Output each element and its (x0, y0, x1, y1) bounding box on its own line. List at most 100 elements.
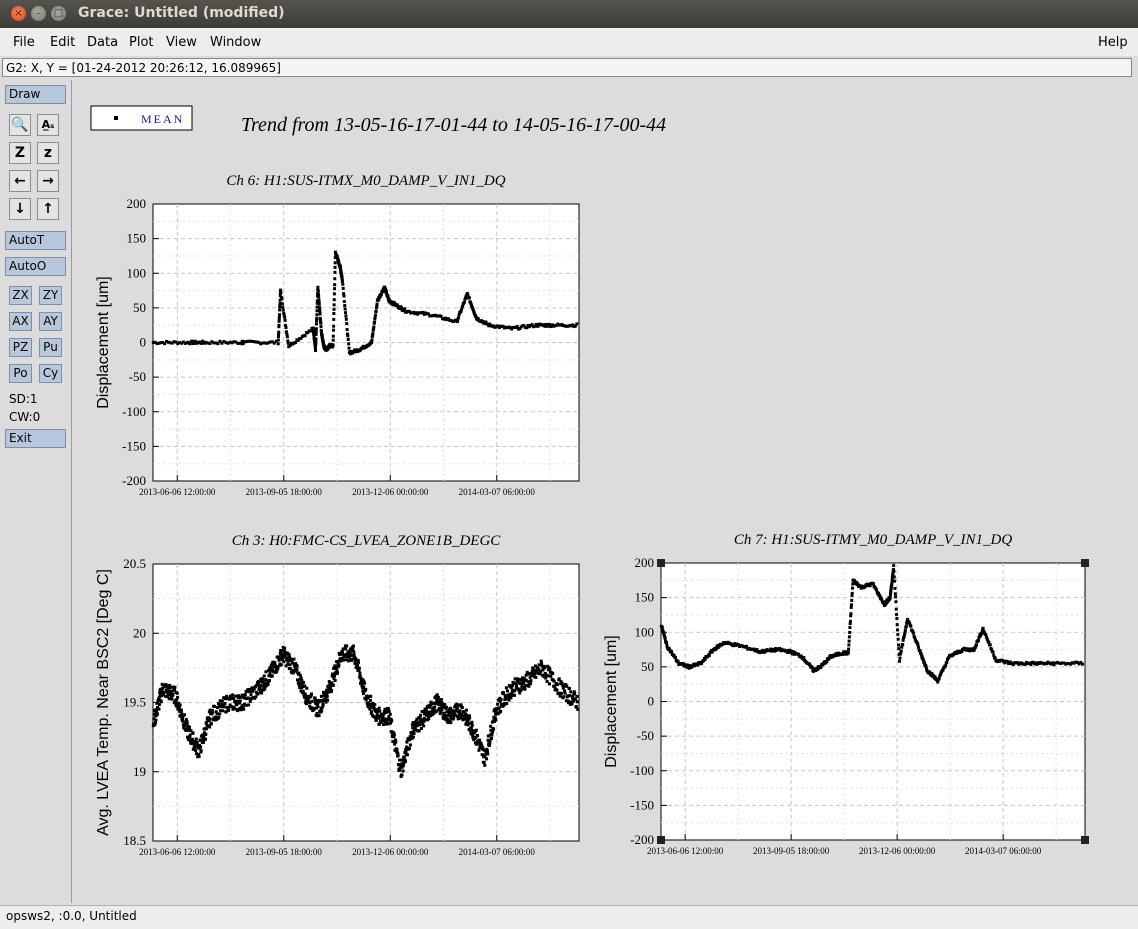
close-window-button[interactable]: × (11, 6, 26, 21)
data-point (917, 645, 921, 649)
data-point (387, 707, 391, 711)
data-point (168, 685, 172, 689)
data-point (154, 718, 158, 722)
data-point (231, 693, 235, 697)
maximize-window-button[interactable]: □ (51, 6, 66, 21)
data-point (315, 313, 319, 317)
data-point (314, 348, 318, 352)
minimize-window-button[interactable]: – (31, 6, 46, 21)
zoom-y-icon[interactable]: z (37, 142, 59, 164)
data-point (331, 338, 335, 342)
data-point (371, 332, 375, 336)
data-point (439, 698, 443, 702)
data-point (847, 647, 851, 651)
menu-help[interactable]: Help (1098, 35, 1128, 50)
data-point (460, 706, 464, 710)
data-point (279, 291, 283, 295)
data-point (199, 745, 203, 749)
data-point (422, 724, 426, 728)
y-tick-label: 20.5 (123, 556, 146, 571)
data-point (411, 735, 415, 739)
data-point (492, 727, 496, 731)
data-point (368, 698, 372, 702)
data-point (356, 660, 360, 664)
up-arrow-icon[interactable]: ↑ (37, 198, 59, 220)
menu-data[interactable]: Data (87, 35, 118, 50)
chart-title: Ch 7: H1:SUS-ITMY_M0_DAMP_V_IN1_DQ (734, 532, 1012, 548)
window-titlebar: × – □ Grace: Untitled (modified) (0, 0, 1138, 29)
data-point (1080, 662, 1084, 666)
data-point (892, 575, 896, 579)
data-point (179, 708, 183, 712)
data-point (314, 698, 318, 702)
data-point (896, 637, 900, 641)
zy-button[interactable]: ZY (39, 286, 62, 305)
data-point (458, 709, 462, 713)
data-point (485, 749, 489, 753)
plot-canvas-svg[interactable]: MEAN Trend from 13-05-16-17-01-44 to 14-… (73, 80, 1132, 903)
pu-button[interactable]: Pu (39, 338, 62, 357)
data-point (523, 687, 527, 691)
menu-plot[interactable]: Plot (129, 35, 154, 50)
data-point (327, 680, 331, 684)
data-point (568, 694, 572, 698)
y-tick-label: 19 (133, 764, 146, 779)
menu-view[interactable]: View (166, 35, 197, 50)
right-arrow-icon[interactable]: → (37, 170, 59, 192)
data-point (345, 322, 349, 326)
ax-button[interactable]: AX (9, 312, 32, 331)
draw-button[interactable]: Draw (5, 85, 66, 104)
autoscale-text-icon[interactable]: A̲ₛ (37, 114, 59, 136)
po-button[interactable]: Po (9, 364, 32, 383)
data-point (294, 341, 298, 345)
tool-panel: Draw 🔍 A̲ₛ Z z ← → ↓ ↑ AutoT AutoO ZX ZY… (0, 80, 72, 903)
data-point (212, 704, 216, 708)
data-point (474, 728, 478, 732)
exit-button[interactable]: Exit (5, 429, 66, 448)
data-point (405, 753, 409, 757)
data-point (847, 639, 851, 643)
data-point (378, 709, 382, 713)
data-point (162, 691, 166, 695)
data-point (419, 726, 423, 730)
data-point (344, 314, 348, 318)
data-point (321, 703, 325, 707)
data-point (486, 752, 490, 756)
data-point (893, 586, 897, 590)
autot-button[interactable]: AutoT (5, 231, 66, 250)
data-point (277, 323, 281, 327)
zoom-icon[interactable]: 🔍 (9, 114, 31, 136)
data-point (893, 579, 897, 583)
ay-button[interactable]: AY (39, 312, 62, 331)
x-tick-label: 2013-09-05 18:00:00 (753, 846, 830, 856)
data-point (188, 725, 192, 729)
y-axis-label: Displacement [um] (95, 276, 112, 409)
zx-button[interactable]: ZX (9, 286, 32, 305)
data-point (318, 309, 322, 313)
legend-label: MEAN (141, 112, 184, 126)
pz-button[interactable]: PZ (9, 338, 32, 357)
data-point (288, 663, 292, 667)
data-point (482, 760, 486, 764)
data-point (392, 733, 396, 737)
data-point (204, 727, 208, 731)
zoom-x-icon[interactable]: Z (9, 142, 31, 164)
y-axis-label: Displacement [um] (603, 635, 620, 768)
y-tick-label: -200 (122, 473, 146, 488)
autoo-button[interactable]: AutoO (5, 257, 66, 276)
cy-button[interactable]: Cy (39, 364, 62, 383)
plot-canvas[interactable]: MEAN Trend from 13-05-16-17-01-44 to 14-… (73, 80, 1132, 903)
data-point (229, 704, 233, 708)
data-point (509, 696, 513, 700)
menu-edit[interactable]: Edit (50, 35, 75, 50)
down-arrow-icon[interactable]: ↓ (9, 198, 31, 220)
menu-window[interactable]: Window (210, 35, 261, 50)
data-point (270, 674, 274, 678)
data-point (897, 643, 901, 647)
data-point (216, 702, 220, 706)
left-arrow-icon[interactable]: ← (9, 170, 31, 192)
data-point (364, 687, 368, 691)
data-point (889, 588, 893, 592)
menu-file[interactable]: File (13, 35, 35, 50)
data-point (567, 687, 571, 691)
